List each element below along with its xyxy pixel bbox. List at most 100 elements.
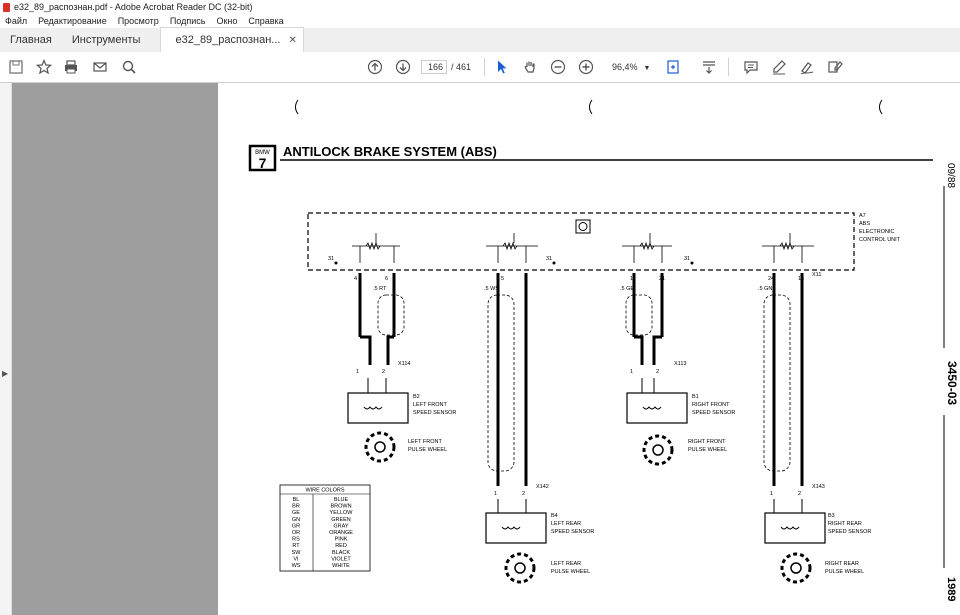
menu-view[interactable]: Просмотр	[118, 16, 159, 26]
mail-icon[interactable]	[91, 58, 109, 76]
wire-color-code: VI	[293, 556, 299, 562]
side-code: 3450-03	[945, 361, 959, 405]
wire-color-code: WS	[292, 563, 301, 569]
svg-text:LEFT FRONT: LEFT FRONT	[408, 439, 442, 445]
fill-sign-icon[interactable]	[826, 58, 844, 76]
tab-bar: Главная Инструменты e32_89_распознан... …	[0, 27, 960, 53]
menu-file[interactable]: Файл	[5, 16, 27, 26]
star-icon[interactable]	[35, 58, 53, 76]
pdf-icon	[3, 2, 10, 12]
right-rear-wiring: 1 2 X143	[763, 273, 825, 513]
page-fit-icon[interactable]	[664, 58, 682, 76]
side-year: 1989	[945, 577, 957, 601]
svg-text:B3: B3	[828, 513, 835, 519]
svg-text:.5 GE: .5 GE	[620, 286, 634, 292]
zoom-level-select[interactable]: 96,4% ▼	[612, 60, 658, 74]
svg-text:1: 1	[770, 491, 773, 497]
highlight-pen-icon[interactable]	[770, 58, 788, 76]
right-rear-pulse-wheel: RIGHT REAR PULSE WHEEL	[780, 552, 864, 584]
binder-hole-mark	[879, 99, 883, 115]
wire-color-name: BLACK	[332, 550, 350, 556]
svg-text:SPEED SENSOR: SPEED SENSOR	[828, 529, 871, 535]
svg-text:2: 2	[382, 369, 385, 375]
svg-text:B1: B1	[692, 394, 699, 400]
zoom-in-icon[interactable]	[577, 58, 595, 76]
svg-text:X11: X11	[812, 272, 821, 278]
ground-points	[334, 261, 694, 265]
tab-home[interactable]: Главная	[0, 28, 62, 52]
hand-tool-icon[interactable]	[521, 58, 539, 76]
print-icon[interactable]	[62, 58, 80, 76]
svg-text:7: 7	[259, 155, 267, 171]
wire-color-name: GREEN	[331, 517, 351, 523]
chevron-down-icon: ▼	[643, 65, 651, 72]
svg-text:2: 2	[798, 491, 801, 497]
page-up-icon[interactable]	[366, 58, 384, 76]
svg-text:6: 6	[385, 276, 388, 282]
left-panel[interactable]: ▶	[0, 83, 12, 615]
svg-text:31: 31	[684, 256, 690, 262]
svg-text:2: 2	[656, 369, 659, 375]
left-rear-wiring: 1 2 X142	[487, 273, 549, 513]
comment-icon[interactable]	[742, 58, 760, 76]
page-down-icon[interactable]	[394, 58, 412, 76]
left-front-pulse-wheel: LEFT FRONT PULSE WHEEL	[364, 431, 447, 463]
menu-edit[interactable]: Редактирование	[38, 16, 107, 26]
save-icon[interactable]	[7, 58, 25, 76]
svg-text:X143: X143	[812, 484, 825, 490]
wire-color-code: RS	[292, 537, 300, 543]
svg-text:ABS: ABS	[859, 221, 870, 227]
svg-text:RIGHT REAR: RIGHT REAR	[825, 561, 859, 567]
scroll-mode-icon[interactable]	[700, 58, 718, 76]
wire-color-code: GR	[292, 523, 300, 529]
zoom-out-icon[interactable]	[549, 58, 567, 76]
svg-text:CONTROL UNIT: CONTROL UNIT	[859, 237, 901, 243]
wire-color-name: BROWN	[330, 504, 351, 510]
svg-text:RIGHT REAR: RIGHT REAR	[828, 521, 862, 527]
menu-help[interactable]: Справка	[248, 16, 283, 26]
svg-text:RIGHT FRONT: RIGHT FRONT	[688, 439, 726, 445]
wire-color-code: SW	[292, 550, 302, 556]
search-icon[interactable]	[120, 58, 138, 76]
bmw-7-logo: BMW 7	[248, 144, 277, 172]
left-rear-speed-sensor: B4 LEFT REAR SPEED SENSOR	[485, 512, 594, 544]
svg-text:SPEED SENSOR: SPEED SENSOR	[413, 410, 456, 416]
toolbar-divider	[728, 58, 729, 76]
wire-color-code: BL	[293, 497, 300, 503]
menu-window[interactable]: Окно	[216, 16, 237, 26]
wire-color-name: BLUE	[334, 497, 349, 503]
chevron-right-icon[interactable]: ▶	[2, 369, 8, 378]
tab-tools[interactable]: Инструменты	[62, 28, 151, 52]
wire-color-name: WHITE	[332, 563, 350, 569]
wire-color-name: YELLOW	[330, 510, 354, 516]
menu-sign[interactable]: Подпись	[170, 16, 206, 26]
abs-control-unit: A7 ABS ELECTRONIC CONTROL UNIT	[307, 212, 901, 271]
pdf-page: BMW 7 ANTILOCK BRAKE SYSTEM (ABS) 09/88 …	[218, 83, 960, 615]
sign-icon[interactable]	[798, 58, 816, 76]
left-rear-pulse-wheel: LEFT REAR PULSE WHEEL	[504, 552, 590, 584]
svg-text:X113: X113	[674, 361, 686, 367]
select-cursor-icon[interactable]	[493, 58, 511, 76]
wire-color-name: RED	[335, 543, 347, 549]
side-date: 09/88	[945, 163, 956, 188]
tab-document[interactable]: e32_89_распознан... ✕	[160, 27, 304, 52]
right-rear-speed-sensor: B3 RIGHT REAR SPEED SENSOR	[764, 512, 871, 544]
svg-text:1: 1	[494, 491, 497, 497]
svg-text:PULSE WHEEL: PULSE WHEEL	[408, 447, 447, 453]
wire-color-name: VIOLET	[331, 556, 351, 562]
page-number-input[interactable]: 166	[421, 60, 447, 74]
ecu-pin-labels: 31 31 31 4 6 5 3 11 21 24 13	[328, 256, 804, 282]
svg-text:31: 31	[328, 256, 334, 262]
document-background	[12, 83, 218, 615]
title-bar: e32_89_распознан.pdf - Adobe Acrobat Rea…	[0, 0, 960, 14]
svg-text:1: 1	[630, 369, 633, 375]
wire-color-name: GRAY	[333, 523, 349, 529]
svg-text:SPEED SENSOR: SPEED SENSOR	[692, 410, 735, 416]
page-total: / 461	[451, 62, 472, 72]
svg-text:LEFT REAR: LEFT REAR	[551, 561, 581, 567]
close-icon[interactable]: ✕	[288, 35, 296, 46]
wire-color-code: GE	[292, 510, 300, 516]
svg-text:A7: A7	[859, 213, 866, 219]
left-front-speed-sensor: B2 LEFT FRONT SPEED SENSOR	[347, 392, 456, 424]
svg-text:1: 1	[356, 369, 359, 375]
